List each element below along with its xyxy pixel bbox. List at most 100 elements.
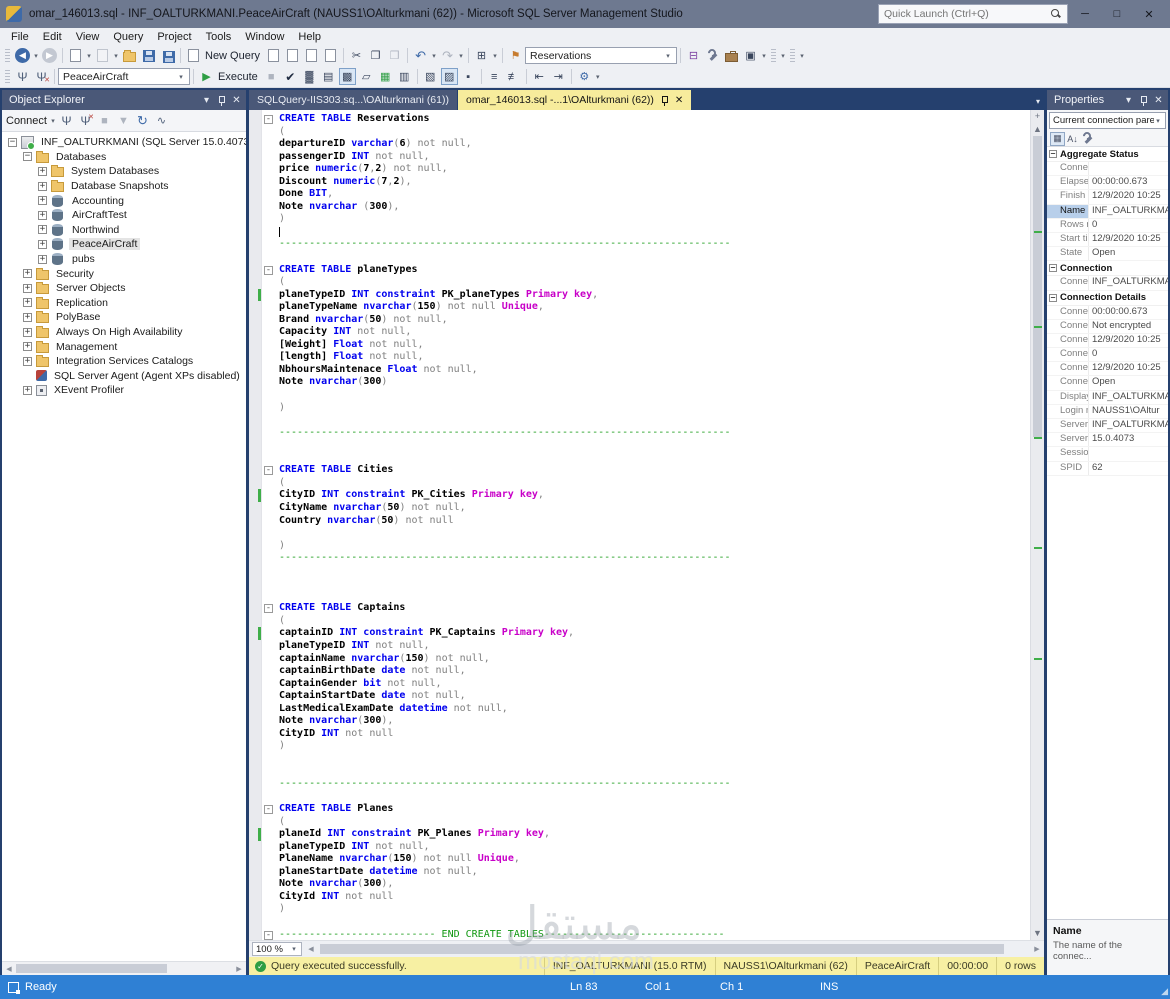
code-line[interactable]: CityID INT not null (249, 728, 1030, 741)
tree-item-system-databases[interactable]: + System Databases (2, 164, 246, 179)
tab-list-dropdown-icon[interactable]: ▾ (1036, 97, 1044, 110)
code-line[interactable]: [length] Float not null, (249, 351, 1030, 364)
code-line[interactable]: CaptainGender bit not null, (249, 678, 1030, 691)
code-line[interactable]: ) (249, 903, 1030, 916)
expand-icon[interactable]: + (38, 254, 47, 264)
splitter-plus-icon[interactable]: + (1031, 110, 1045, 123)
menu-edit[interactable]: Edit (36, 30, 69, 44)
property-row[interactable]: Session (1047, 447, 1168, 462)
property-row[interactable]: State Open (1047, 247, 1168, 262)
redo-button[interactable]: ↷ (439, 47, 456, 64)
new-mdx-query-icon[interactable] (265, 47, 282, 64)
open-file-icon[interactable] (121, 47, 138, 64)
scroll-up-icon[interactable]: ▲ (1031, 123, 1045, 136)
code-line[interactable]: ( (249, 477, 1030, 490)
code-line[interactable]: ( (249, 276, 1030, 289)
save-button[interactable] (140, 47, 157, 64)
increase-indent-icon[interactable]: ⇥ (550, 68, 567, 85)
fold-collapse-box[interactable]: - (264, 115, 273, 124)
tree-item-databases[interactable]: − Databases (2, 150, 246, 165)
new-query-button[interactable]: New Query (205, 50, 260, 62)
expand-icon[interactable]: + (38, 210, 47, 220)
alphabetical-sort-icon[interactable]: A↓ (1065, 132, 1080, 146)
paste-button[interactable]: ❒ (386, 47, 403, 64)
property-section-header[interactable]: − Connection Details (1047, 291, 1168, 306)
fold-collapse-box[interactable]: - (264, 604, 273, 614)
expand-icon[interactable]: + (23, 298, 32, 308)
code-line[interactable]: planeTypeID INT not null, (249, 640, 1030, 653)
code-line[interactable]: planeId INT constraint PK_Planes Primary… (249, 828, 1030, 841)
filter-icon[interactable]: ▼ (115, 112, 132, 129)
pin-icon[interactable] (660, 95, 669, 106)
expand-icon[interactable]: + (38, 225, 47, 235)
tree-item-inf-oalturkmani-sql-server-15-0-4073-23-nau[interactable]: − INF_OALTURKMANI (SQL Server 15.0.4073.2… (2, 135, 246, 150)
code-line[interactable]: PlaneName nvarchar(150) not null Unique, (249, 853, 1030, 866)
results-to-grid-pressed-button[interactable]: ▨ (440, 68, 458, 85)
code-line[interactable] (249, 753, 1030, 766)
copy-button[interactable]: ❐ (367, 47, 384, 64)
tree-item-replication[interactable]: + Replication (2, 296, 246, 311)
code-line[interactable]: CityName nvarchar(50) not null, (249, 502, 1030, 515)
results-to-text-icon[interactable]: ▥ (396, 68, 413, 85)
property-row[interactable]: Server v15.0.4073 (1047, 433, 1168, 448)
toolbar-overflow-dropdown[interactable]: ▾ (594, 73, 602, 81)
expand-icon[interactable]: + (23, 356, 32, 366)
execute-button[interactable]: Execute (218, 71, 258, 83)
window-position-icon[interactable]: ▾ (199, 93, 214, 108)
menu-file[interactable]: File (4, 30, 36, 44)
new-xmla-query-icon[interactable] (303, 47, 320, 64)
tree-item-pubs[interactable]: + pubs (2, 252, 246, 267)
code-line[interactable]: Note nvarchar (300), (249, 201, 1030, 214)
collapse-icon[interactable]: − (1049, 150, 1057, 158)
expand-icon[interactable]: + (38, 196, 47, 206)
property-pages-icon[interactable] (1080, 132, 1095, 146)
code-line[interactable]: CaptainStartDate date not null, (249, 690, 1030, 703)
code-line[interactable]: NbhoursMaintenace Float not null, (249, 364, 1030, 377)
new-dmx-query-icon[interactable] (284, 47, 301, 64)
toolbar-grip[interactable] (5, 69, 10, 84)
code-line[interactable]: captainName nvarchar(150) not null, (249, 653, 1030, 666)
code-line[interactable]: Note nvarchar(300) (249, 376, 1030, 389)
properties-header[interactable]: Properties ▾ ✕ (1047, 90, 1168, 110)
toolbar-overflow-grip[interactable] (790, 48, 796, 63)
tree-item-database-snapshots[interactable]: + Database Snapshots (2, 179, 246, 194)
scroll-right-icon[interactable]: ▶ (1030, 945, 1044, 953)
expand-icon[interactable]: + (38, 239, 47, 249)
categorized-view-icon[interactable]: ▦ (1050, 131, 1065, 146)
code-line[interactable]: LastMedicalExamDate datetime not null, (249, 703, 1030, 716)
pin-icon[interactable] (1136, 93, 1151, 108)
expand-icon[interactable]: + (23, 283, 32, 293)
connect-button[interactable]: Connect (6, 115, 47, 127)
toolbar-overflow-dropdown[interactable]: ▾ (779, 52, 787, 60)
activity-monitor-icon[interactable]: ⚑ (507, 47, 524, 64)
vscroll-track[interactable] (1031, 136, 1044, 927)
connect-dropdown[interactable]: ▾ (49, 117, 57, 125)
tree-item-accounting[interactable]: + Accounting (2, 193, 246, 208)
property-row[interactable]: Display INF_OALTURKMA (1047, 390, 1168, 405)
tree-item-xevent-profiler[interactable]: + XEvent Profiler (2, 383, 246, 398)
property-row[interactable]: Connec12/9/2020 10:25 (1047, 333, 1168, 349)
display-estimated-plan-icon[interactable]: ▓ (301, 68, 318, 85)
object-explorer-hscrollbar[interactable]: ◀ ▶ (2, 961, 246, 975)
registered-servers-icon[interactable]: ⊟ (685, 47, 702, 64)
new-query-dropdown[interactable]: ▾ (85, 52, 93, 60)
uncomment-lines-icon[interactable]: ≢ (505, 68, 522, 85)
collapse-icon[interactable]: − (23, 152, 32, 162)
pin-icon[interactable] (214, 93, 229, 108)
expand-icon[interactable]: + (38, 181, 47, 191)
query-options-icon[interactable]: ▤ (320, 68, 337, 85)
window-position-icon[interactable]: ▾ (1121, 93, 1136, 108)
collapse-icon[interactable]: − (1049, 264, 1057, 273)
console-dropdown[interactable]: ▾ (760, 52, 768, 60)
redo-dropdown[interactable]: ▾ (457, 52, 465, 60)
tree-item-integration-services-catalogs[interactable]: + Integration Services Catalogs (2, 354, 246, 369)
close-button[interactable]: ✕ (1134, 3, 1164, 25)
sql-editor[interactable]: - CREATE TABLE Reservations(departureID v… (249, 110, 1044, 940)
wrench-icon[interactable] (704, 47, 721, 64)
cut-button[interactable]: ✂ (348, 47, 365, 64)
resize-grip[interactable]: ◢ (1161, 986, 1168, 997)
code-line[interactable]: ----------------------------------------… (249, 238, 1030, 251)
code-line[interactable] (249, 577, 1030, 590)
code-line[interactable]: captainID INT constraint PK_Captains Pri… (249, 627, 1030, 640)
code-line[interactable]: Discount numeric(7,2), (249, 176, 1030, 189)
